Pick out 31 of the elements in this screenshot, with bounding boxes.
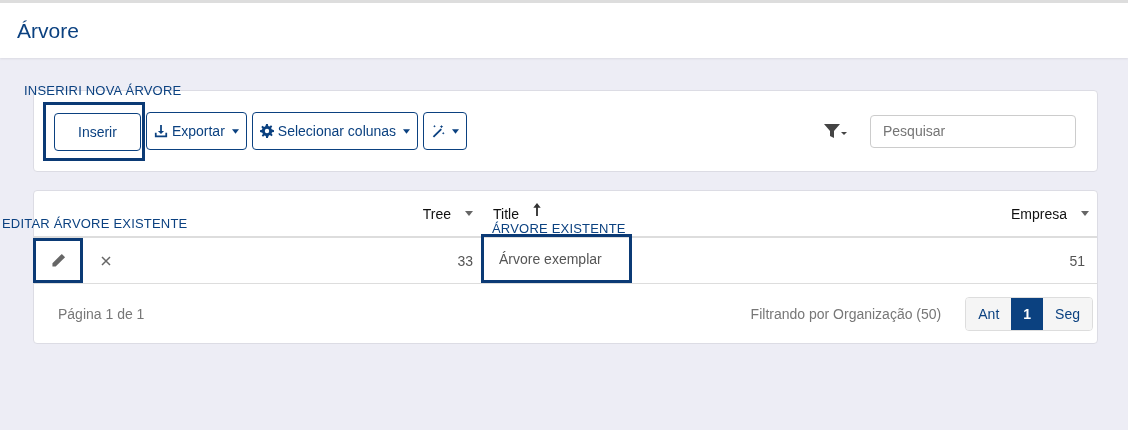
- sort-caret-icon[interactable]: [1081, 211, 1089, 216]
- page-info: Página 1 de 1: [58, 305, 145, 322]
- column-header[interactable]: Empresa: [632, 205, 1097, 222]
- annotation-label: INSERIRI NOVA ÁRVORE: [24, 82, 182, 98]
- pagination-button[interactable]: Seg: [1043, 297, 1092, 330]
- table-cell: Árvore exemplar: [499, 250, 602, 267]
- caret-icon: [231, 128, 239, 134]
- magic-wand-icon: [431, 124, 446, 138]
- filter-icon: [824, 123, 848, 139]
- gear-icon: [259, 124, 274, 138]
- annotation-label: ÁRVORE EXISTENTE: [492, 221, 626, 236]
- page-title: Árvore: [17, 18, 79, 43]
- sort-up-arrow-icon[interactable]: [532, 203, 541, 216]
- caret-icon: [452, 128, 460, 134]
- table-cell-text: 51: [1068, 252, 1086, 269]
- caret-icon: [403, 128, 411, 134]
- annotation-label: EDITAR ÁRVORE EXISTENTE: [2, 216, 188, 231]
- pagination-button[interactable]: 1: [1011, 297, 1044, 330]
- table-cell-text: 33: [456, 252, 474, 269]
- delete-x-icon[interactable]: [101, 255, 111, 266]
- pencil-icon[interactable]: [50, 253, 66, 268]
- magic-wand-dropdown-button[interactable]: [423, 112, 468, 150]
- filter-dropdown-button[interactable]: [824, 123, 848, 139]
- filter-info: Filtrando por Organização (50): [750, 305, 942, 322]
- insert-button[interactable]: Inserir: [54, 112, 141, 151]
- columns-dropdown-button[interactable]: Selecionar colunas: [251, 112, 419, 150]
- export-dropdown-button[interactable]: Exportar: [145, 112, 247, 150]
- search-field[interactable]: Pesquisar: [870, 114, 1076, 148]
- pagination-button[interactable]: Ant: [966, 297, 1012, 330]
- sort-caret-icon[interactable]: [465, 211, 473, 216]
- download-icon: [153, 124, 168, 138]
